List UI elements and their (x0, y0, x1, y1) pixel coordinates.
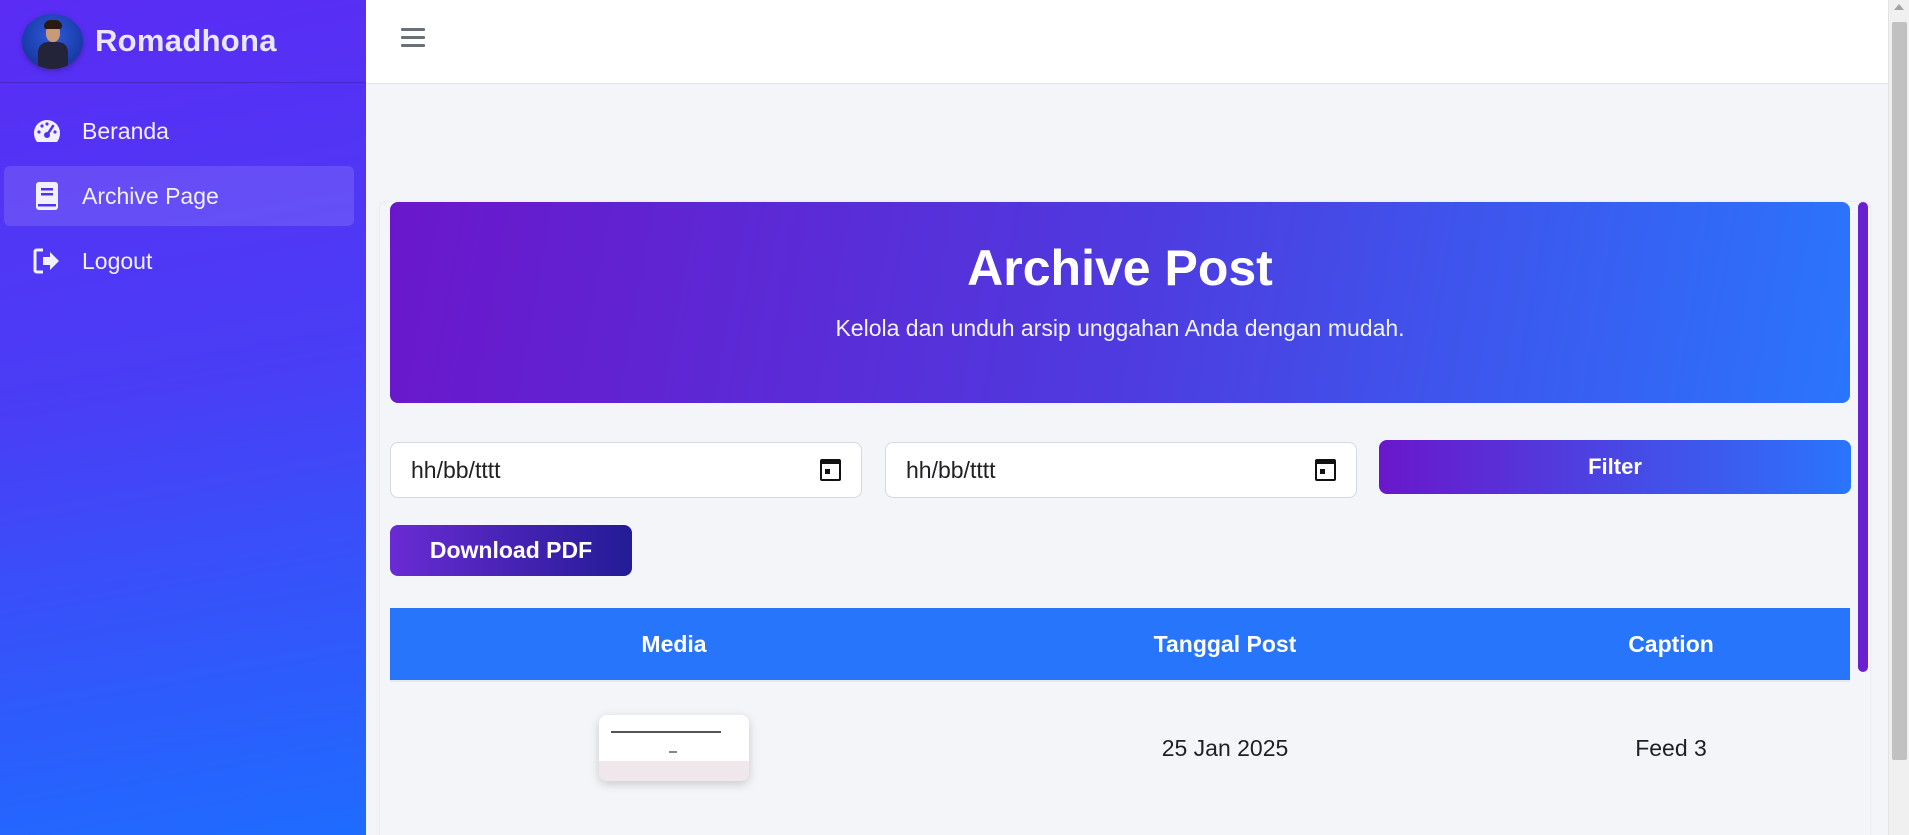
filter-bar: hh/bb/tttt hh/bb/tttt Filter (390, 440, 1851, 498)
book-icon (32, 181, 62, 211)
dashboard-icon (32, 116, 62, 146)
hamburger-icon[interactable] (401, 28, 425, 50)
brand: Romadhona (0, 0, 366, 83)
table-header: Media Tanggal Post Caption (390, 608, 1850, 680)
post-date: 25 Jan 2025 (1161, 734, 1289, 761)
start-date-placeholder: hh/bb/tttt (411, 456, 501, 483)
filter-button[interactable]: Filter (1379, 440, 1851, 494)
topbar (366, 0, 1888, 84)
calendar-icon[interactable] (820, 459, 841, 481)
scroll-up-arrow-icon[interactable] (1894, 4, 1904, 10)
archive-card: Archive Post Kelola dan unduh arsip ungg… (380, 202, 1870, 835)
calendar-icon[interactable] (1315, 459, 1336, 481)
sidebar: Romadhona Beranda Archive Page Logout (0, 0, 366, 835)
hero-banner: Archive Post Kelola dan unduh arsip ungg… (390, 202, 1850, 403)
sidebar-item-label: Logout (82, 247, 153, 274)
logout-icon (32, 246, 62, 276)
column-header-date: Tanggal Post (1153, 630, 1297, 657)
page-subtitle: Kelola dan unduh arsip unggahan Anda den… (835, 315, 1405, 341)
page-scrollbar[interactable] (1888, 0, 1909, 835)
post-caption: Feed 3 (1635, 734, 1707, 761)
scroll-thumb[interactable] (1892, 22, 1907, 760)
page-title: Archive Post (967, 240, 1273, 296)
column-header-media: Media (641, 630, 707, 657)
table-row: 25 Jan 2025 Feed 3 (390, 680, 1850, 814)
sidebar-item-label: Beranda (82, 117, 169, 144)
media-cell (390, 715, 958, 781)
start-date-input[interactable]: hh/bb/tttt (390, 442, 862, 498)
sidebar-nav: Beranda Archive Page Logout (0, 83, 366, 291)
column-header-caption: Caption (1628, 630, 1714, 657)
sidebar-item-archive-page[interactable]: Archive Page (4, 166, 354, 226)
sidebar-item-label: Archive Page (82, 182, 219, 209)
end-date-placeholder: hh/bb/tttt (906, 456, 996, 483)
media-thumbnail[interactable] (599, 715, 749, 781)
sidebar-item-beranda[interactable]: Beranda (4, 101, 354, 161)
card-scrollbar[interactable] (1858, 202, 1868, 672)
download-pdf-button[interactable]: Download PDF (390, 525, 632, 576)
sidebar-item-logout[interactable]: Logout (4, 231, 354, 291)
end-date-input[interactable]: hh/bb/tttt (885, 442, 1357, 498)
brand-name: Romadhona (95, 23, 277, 58)
avatar (22, 13, 83, 69)
archive-table: Media Tanggal Post Caption 25 Jan 2025 F… (390, 608, 1850, 814)
